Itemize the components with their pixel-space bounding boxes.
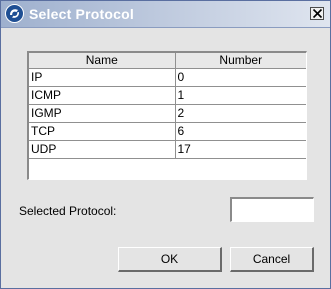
cancel-button[interactable]: Cancel <box>230 247 314 272</box>
column-header-number[interactable]: Number <box>175 53 306 69</box>
app-logo-icon <box>5 4 24 23</box>
close-button[interactable] <box>310 7 324 20</box>
protocol-name-cell[interactable]: ICMP <box>29 86 176 105</box>
table-row[interactable]: TCP 6 <box>29 122 306 141</box>
selected-protocol-input[interactable] <box>230 197 314 222</box>
table-row[interactable]: IGMP 2 <box>29 104 306 123</box>
table-row[interactable]: ICMP 1 <box>29 86 306 105</box>
table-row[interactable]: UDP 17 <box>29 140 306 159</box>
protocol-table-frame: Name Number IP 0 ICMP 1 IGMP 2 TCP 6 UDP… <box>27 51 307 180</box>
protocol-number-cell[interactable]: 1 <box>175 86 306 105</box>
table-header-row: Name Number <box>29 53 306 69</box>
protocol-number-cell[interactable]: 0 <box>175 68 306 87</box>
protocol-number-cell[interactable]: 2 <box>175 104 306 123</box>
protocol-number-cell[interactable]: 6 <box>175 122 306 141</box>
column-header-name[interactable]: Name <box>29 53 176 69</box>
ok-button[interactable]: OK <box>118 247 222 272</box>
close-icon <box>312 8 323 19</box>
protocol-number-cell[interactable]: 17 <box>175 140 306 159</box>
protocol-table: Name Number IP 0 ICMP 1 IGMP 2 TCP 6 UDP… <box>29 53 306 159</box>
table-row[interactable]: IP 0 <box>29 68 306 87</box>
title-bar[interactable]: Select Protocol <box>1 1 330 28</box>
protocol-name-cell[interactable]: IP <box>29 68 176 87</box>
select-protocol-dialog: Select Protocol Name Number IP 0 ICMP 1 … <box>0 0 331 289</box>
selected-protocol-label: Selected Protocol: <box>19 204 117 218</box>
dialog-title: Select Protocol <box>29 6 134 22</box>
protocol-name-cell[interactable]: IGMP <box>29 104 176 123</box>
protocol-name-cell[interactable]: TCP <box>29 122 176 141</box>
protocol-name-cell[interactable]: UDP <box>29 140 176 159</box>
